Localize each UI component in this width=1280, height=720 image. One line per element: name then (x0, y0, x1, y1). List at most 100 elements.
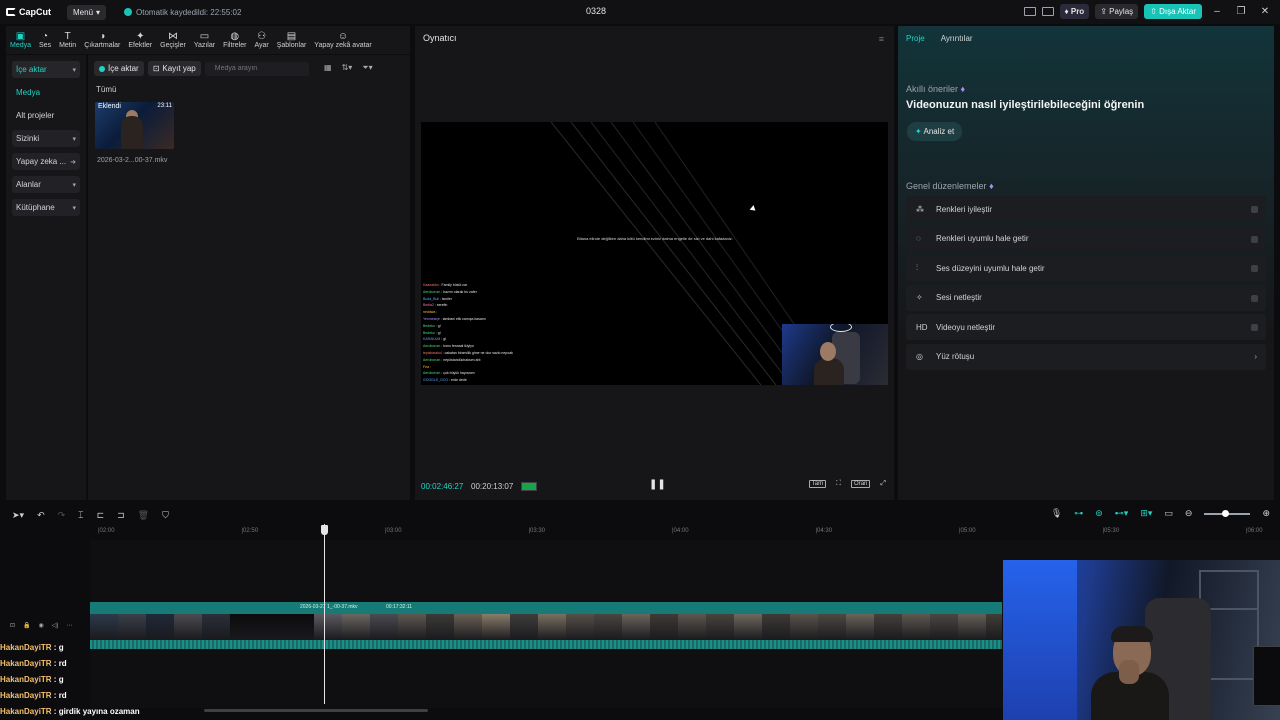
media-sidebar: İçe aktar ▾ Medya Alt projeler Sizinki ▾ Yapay… (6, 55, 86, 500)
video-clip-header[interactable] (90, 602, 1002, 614)
player-title: Oynatıcı (423, 33, 457, 43)
toggle-switch[interactable] (1251, 265, 1258, 272)
sidebar-item[interactable]: İçe aktar ▾ (12, 61, 80, 78)
chevron-right-icon[interactable]: › (1254, 352, 1257, 361)
lock-icon[interactable]: 🔒 (23, 622, 30, 629)
sidebar-item[interactable]: Alanlar ▾ (12, 176, 80, 193)
magnet-icon[interactable]: ⊶ (1074, 508, 1083, 519)
clip-duration-label: 00:17:32:11 (386, 604, 413, 610)
project-title[interactable]: 0328 (586, 6, 606, 16)
trim-right-icon[interactable]: ⊐ (117, 510, 125, 521)
general-edit-item[interactable]: ◌ Renkleri uyumlu hale getir (906, 225, 1266, 252)
zoom-slider[interactable] (1204, 509, 1251, 517)
general-edit-item[interactable]: HD Videoyu netleştir (906, 314, 1266, 340)
fit-button[interactable]: Tam (808, 480, 827, 488)
edit-tools: ➤▾ ↶ ↷ ⌶ ⊏ ⊐ 🗑 ⛉ (12, 510, 169, 521)
eye-icon[interactable]: ◉ (39, 622, 44, 629)
chat-line: KARAKUM : gl (423, 337, 446, 342)
trim-left-icon[interactable]: ⊏ (97, 510, 105, 521)
zoom-in-icon[interactable]: ⊕ (1262, 508, 1270, 519)
preview-axis-icon[interactable]: ⊞▾ (1140, 508, 1152, 519)
sidebar-item[interactable]: Kütüphane ▾ (12, 199, 80, 216)
toggle-switch[interactable] (1251, 324, 1258, 331)
clip-frame (370, 614, 398, 640)
zoom-knob[interactable] (1222, 509, 1230, 517)
toggle-switch[interactable] (1251, 294, 1258, 302)
split-icon[interactable]: ⌶ (78, 510, 83, 521)
media-clip-thumbnail[interactable]: Eklendi 23:11 (95, 102, 174, 149)
pro-button[interactable]: ♦ Pro (1059, 4, 1090, 19)
redo-icon[interactable]: ↷ (58, 510, 66, 521)
restore-icon[interactable]: ❐ (1232, 6, 1250, 17)
import-button[interactable]: İçe aktar (94, 61, 144, 76)
close-icon[interactable]: ✕ (1256, 6, 1274, 17)
tab-captions[interactable]: ▭ Yazılar (190, 26, 219, 54)
chat-username: tepiskarakul (423, 350, 442, 355)
chat-username: Kaanakim (423, 283, 439, 287)
tab-media[interactable]: ▣ Medya (6, 26, 35, 54)
toggle-switch[interactable] (1251, 235, 1258, 243)
general-edit-item[interactable]: ✧ Sesi netleştir (906, 284, 1266, 311)
playhead-handle[interactable] (321, 525, 328, 535)
snap-icon[interactable]: ⊷▾ (1115, 508, 1129, 519)
chevron-icon: ▾ (72, 181, 76, 189)
sort-icon[interactable]: ⇅▾ (342, 63, 353, 73)
share-button[interactable]: ⇪ Paylaş (1095, 4, 1139, 19)
tab-text[interactable]: T Metin (55, 26, 80, 54)
tab-filters[interactable]: ◍ Filtreler (219, 26, 250, 54)
microphone-icon[interactable]: 🎙 (1051, 508, 1062, 519)
tab-effects[interactable]: ✦ Efektler (124, 26, 156, 54)
general-edit-item[interactable]: ◎ Yüz rötuşu › (906, 343, 1266, 370)
player-menu-icon[interactable]: ≡ (879, 34, 884, 44)
undo-icon[interactable]: ↶ (37, 510, 45, 521)
tab-project[interactable]: Proje (906, 34, 925, 43)
tab-transitions[interactable]: ⋈ Geçişler (156, 26, 190, 54)
webcam-preview (782, 324, 888, 385)
shortcuts-icon[interactable] (1041, 7, 1054, 16)
timeline-ruler[interactable]: |02:00 |02:50 |03:00 |03:30 |04:00 |04:30 |05:… (90, 528, 1280, 538)
sidebar-item[interactable]: Medya (12, 84, 80, 101)
tab-audio[interactable]: ◔ Ses (35, 26, 55, 54)
select-tool-icon[interactable]: ➤▾ (12, 510, 24, 521)
tab-sticker[interactable]: ◑ Çıkartmalar (80, 26, 124, 54)
video-clip-frames[interactable] (90, 614, 1002, 640)
caption-icon[interactable]: ▭ (1164, 508, 1173, 519)
crop-icon[interactable]: ⛶ (836, 480, 841, 488)
shield-icon[interactable]: ⛉ (162, 510, 169, 521)
sidebar-item-label: Medya (16, 88, 41, 97)
minimize-icon[interactable]: – (1208, 6, 1226, 17)
tab-templates[interactable]: ▤ Şablonlar (273, 26, 311, 54)
export-button[interactable]: ⇧ Dışa Aktar (1144, 4, 1202, 19)
tab-adjust[interactable]: ⚇ Ayar (250, 26, 272, 54)
record-button[interactable]: ⊡ Kayıt yap (147, 61, 201, 76)
delete-icon[interactable]: 🗑 (138, 510, 149, 521)
link-icon[interactable]: ⊚ (1095, 508, 1103, 519)
filter-icon[interactable]: ⏷▾ (362, 63, 372, 73)
fullscreen-icon[interactable]: ⤢ (880, 480, 886, 488)
sidebar-item[interactable]: Sizinki ▾ (12, 130, 80, 147)
timeline-scrollbar[interactable] (204, 709, 428, 712)
general-edit-item[interactable]: ⁂ Renkleri iyileştir (906, 196, 1266, 222)
zoom-out-icon[interactable]: ⊖ (1185, 508, 1193, 519)
more-icon[interactable]: ⋯ (66, 622, 72, 629)
cover-icon[interactable]: ⊡ (10, 622, 15, 629)
menu-button[interactable]: Menü ▾ (67, 4, 107, 20)
tab-ai-avatar[interactable]: ☺ Yapay zekâ avatar (310, 26, 375, 54)
layout-icon[interactable] (1023, 7, 1036, 16)
video-preview[interactable]: Bilana elinde değilken daha kötü kendimi… (421, 122, 888, 385)
ratio-button[interactable]: Oran (851, 480, 871, 488)
sidebar-item[interactable]: Alt projeler (12, 107, 80, 124)
mute-icon[interactable]: ◁) (52, 622, 59, 629)
clip-frame (286, 614, 314, 640)
playhead[interactable] (324, 524, 325, 704)
tab-details[interactable]: Ayrıntılar (941, 34, 973, 43)
chat-username: Fea (423, 364, 430, 369)
analyze-button[interactable]: ✦ Analiz et (907, 122, 963, 141)
grid-view-icon[interactable]: ▦ (324, 63, 332, 73)
clip-frame (706, 614, 734, 640)
pause-button[interactable]: ❚❚ (649, 479, 666, 490)
general-edit-item[interactable]: ⫶ Ses düzeyini uyumlu hale getir (906, 255, 1266, 281)
toggle-switch[interactable] (1251, 206, 1258, 213)
sidebar-item[interactable]: Yapay zeka ... ➜ (12, 153, 80, 170)
media-search-input[interactable] (204, 61, 309, 76)
